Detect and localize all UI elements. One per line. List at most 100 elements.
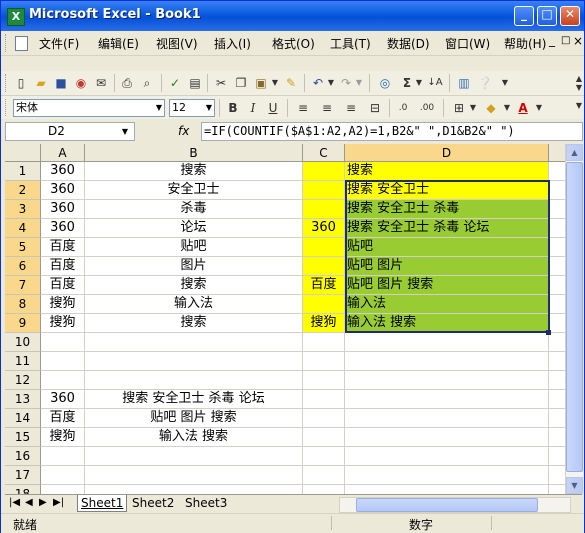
cell-e7[interactable] (549, 276, 565, 295)
cell-a16[interactable] (41, 447, 85, 466)
menu-edit[interactable]: 编辑(E) (98, 35, 139, 52)
toolbar-scroll-down-icon[interactable]: ▼ (571, 80, 585, 96)
maximize-button[interactable]: □ (537, 6, 557, 26)
row-header[interactable]: 17 (5, 466, 41, 485)
font-size-combo[interactable]: 12 ▼ (169, 99, 215, 117)
first-sheet-icon[interactable]: |◀ (9, 497, 20, 508)
permission-icon[interactable]: ◉ (73, 75, 89, 91)
new-icon[interactable]: ▯ (13, 75, 29, 91)
cell-b15[interactable]: 输入法 搜索 (85, 428, 303, 447)
cell-d9[interactable]: 输入法 搜索 (345, 314, 549, 333)
row-header[interactable]: 16 (5, 447, 41, 466)
column-header-c[interactable]: C (303, 144, 345, 162)
cell-b4[interactable]: 论坛 (85, 219, 303, 238)
prev-sheet-icon[interactable]: ◀ (25, 497, 33, 508)
cell-b11[interactable] (85, 352, 303, 371)
align-center-icon[interactable]: ≡ (319, 100, 335, 116)
cell-e9[interactable] (549, 314, 565, 333)
menu-insert[interactable]: 插入(I) (214, 35, 251, 52)
row-header[interactable]: 7 (5, 276, 41, 295)
cell-e6[interactable] (549, 257, 565, 276)
chart-wizard-icon[interactable]: ▥ (456, 75, 472, 91)
copy-icon[interactable]: ❐ (233, 75, 249, 91)
format-painter-icon[interactable]: ✎ (283, 75, 299, 91)
autosum-dropdown-icon[interactable]: ▼ (411, 75, 427, 91)
sort-ascending-icon[interactable]: ↓A (427, 75, 443, 91)
fill-color-icon[interactable]: ◆ (483, 100, 499, 116)
worksheet-grid[interactable]: A B C D 1 360 搜索 搜索 2 360 安全卫士 搜索 安全卫士 3 360 杀毒 搜索 … (5, 144, 565, 494)
cell-d3[interactable]: 搜索 安全卫士 杀毒 (345, 200, 549, 219)
align-left-icon[interactable]: ≡ (295, 100, 311, 116)
toolbar-options-icon[interactable]: ▼ (497, 75, 513, 91)
cell-d2[interactable]: 搜索 安全卫士 (345, 181, 549, 200)
chevron-down-icon[interactable]: ▼ (156, 100, 162, 116)
cell-a15[interactable]: 搜狗 (41, 428, 85, 447)
cell-c14[interactable] (303, 409, 345, 428)
cell-a8[interactable]: 搜狗 (41, 295, 85, 314)
cell-a11[interactable] (41, 352, 85, 371)
cell-c16[interactable] (303, 447, 345, 466)
cell-c9[interactable]: 搜狗 (303, 314, 345, 333)
cell-c1[interactable] (303, 162, 345, 181)
cell-b14[interactable]: 贴吧 图片 搜索 (85, 409, 303, 428)
cell-e4[interactable] (549, 219, 565, 238)
cell-b1[interactable]: 搜索 (85, 162, 303, 181)
cell-e5[interactable] (549, 238, 565, 257)
cell-e16[interactable] (549, 447, 565, 466)
tab-sheet2[interactable]: Sheet2 (129, 495, 177, 511)
cell-a6[interactable]: 百度 (41, 257, 85, 276)
cell-e15[interactable] (549, 428, 565, 447)
row-header[interactable]: 10 (5, 333, 41, 352)
save-icon[interactable]: ■ (53, 75, 69, 91)
undo-dropdown-icon[interactable]: ▼ (323, 75, 339, 91)
row-header[interactable]: 5 (5, 238, 41, 257)
cell-c4[interactable]: 360 (303, 219, 345, 238)
cell-a9[interactable]: 搜狗 (41, 314, 85, 333)
cell-e10[interactable] (549, 333, 565, 352)
decrease-decimal-icon[interactable]: .00 (419, 100, 435, 116)
cell-b8[interactable]: 输入法 (85, 295, 303, 314)
menu-help[interactable]: 帮助(H) (504, 35, 546, 52)
horizontal-scrollbar[interactable] (339, 497, 571, 513)
cell-d17[interactable] (345, 466, 549, 485)
hyperlink-icon[interactable]: ◎ (377, 75, 393, 91)
scroll-up-icon[interactable]: ▲ (566, 144, 583, 161)
print-icon[interactable]: ⎙ (119, 75, 135, 91)
cell-c18[interactable] (303, 485, 345, 494)
row-header[interactable]: 2 (5, 181, 41, 200)
cell-a5[interactable]: 百度 (41, 238, 85, 257)
open-icon[interactable]: ▰ (33, 75, 49, 91)
doc-close-button[interactable]: × (573, 34, 583, 48)
menu-data[interactable]: 数据(D) (387, 35, 430, 52)
row-header[interactable]: 15 (5, 428, 41, 447)
cell-b12[interactable] (85, 371, 303, 390)
row-header[interactable]: 12 (5, 371, 41, 390)
menu-window[interactable]: 窗口(W) (445, 35, 490, 52)
doc-minimize-button[interactable]: _ (549, 33, 555, 47)
row-header[interactable]: 18 (5, 485, 41, 494)
fill-color-dropdown-icon[interactable]: ▼ (499, 100, 515, 116)
underline-button[interactable]: U (265, 100, 281, 116)
cell-b18[interactable] (85, 485, 303, 494)
scroll-thumb[interactable] (566, 162, 583, 472)
cell-a17[interactable] (41, 466, 85, 485)
font-name-combo[interactable]: 宋体 ▼ (13, 99, 165, 117)
cell-d8[interactable]: 输入法 (345, 295, 549, 314)
cell-b5[interactable]: 贴吧 (85, 238, 303, 257)
chevron-down-icon[interactable]: ▼ (206, 100, 212, 116)
cell-c10[interactable] (303, 333, 345, 352)
tab-sheet1[interactable]: Sheet1 (77, 495, 128, 512)
cell-e18[interactable] (549, 485, 565, 494)
tab-sheet3[interactable]: Sheet3 (182, 495, 230, 511)
menu-file[interactable]: 文件(F) (39, 35, 79, 52)
fill-handle[interactable] (546, 330, 551, 335)
paste-dropdown-icon[interactable]: ▼ (267, 75, 283, 91)
menu-format[interactable]: 格式(O) (272, 35, 315, 52)
last-sheet-icon[interactable]: ▶| (53, 497, 64, 508)
row-header[interactable]: 9 (5, 314, 41, 333)
cell-e3[interactable] (549, 200, 565, 219)
cell-e1[interactable] (549, 162, 565, 181)
scroll-thumb[interactable] (356, 498, 538, 512)
cell-a14[interactable]: 百度 (41, 409, 85, 428)
cell-c17[interactable] (303, 466, 345, 485)
